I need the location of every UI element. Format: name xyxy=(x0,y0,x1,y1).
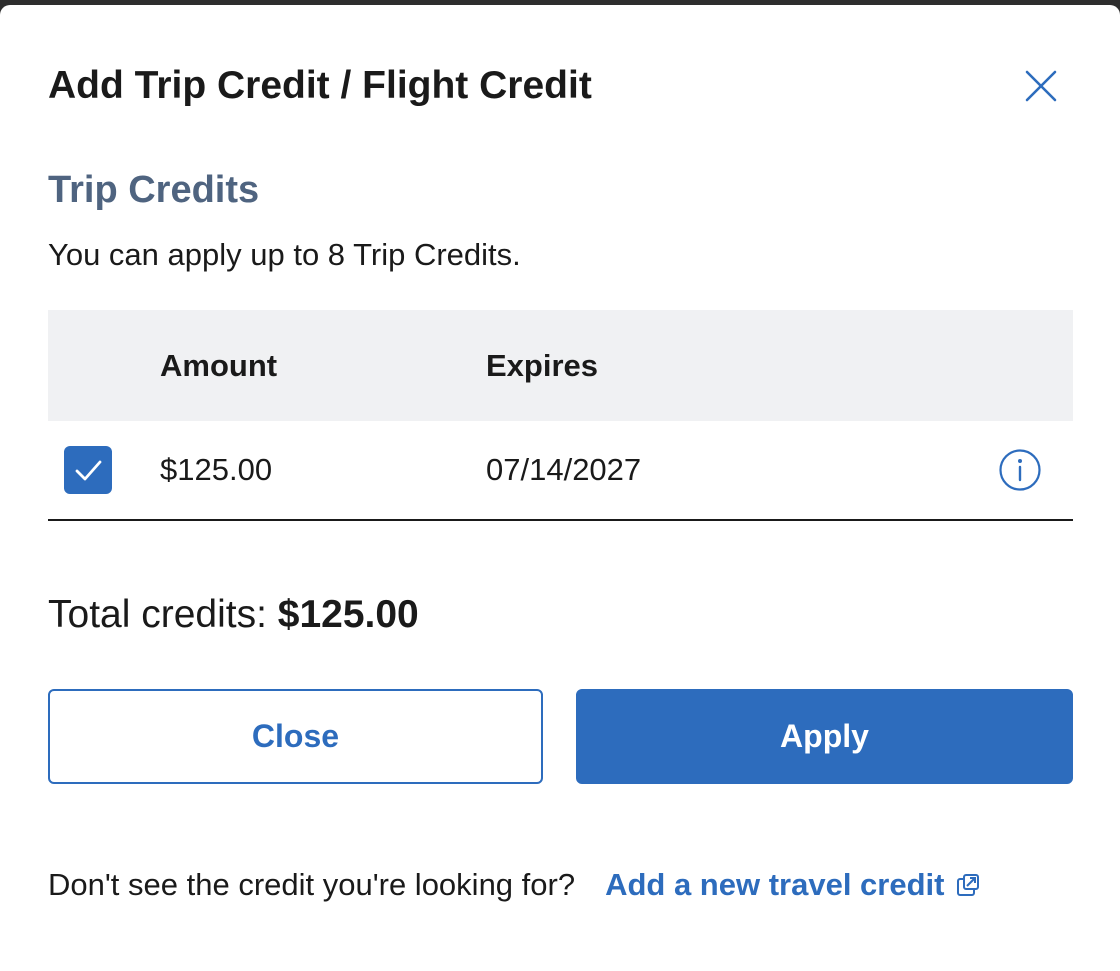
close-icon[interactable] xyxy=(1018,63,1064,109)
credit-select-checkbox[interactable] xyxy=(64,446,112,494)
credit-amount: $125.00 xyxy=(160,452,273,487)
footer-text: Don't see the credit you're looking for? xyxy=(48,867,576,902)
column-header-expires: Expires xyxy=(486,348,599,383)
table-row: $125.00 07/14/2027 xyxy=(48,421,1073,521)
close-button[interactable]: Close xyxy=(48,689,543,784)
table-header: Amount Expires xyxy=(48,310,1073,421)
add-travel-credit-link-label: Add a new travel credit xyxy=(605,867,945,902)
checkmark-icon xyxy=(75,460,102,481)
external-link-icon xyxy=(957,874,980,896)
modal-title: Add Trip Credit / Flight Credit xyxy=(48,64,592,107)
total-credits-value: $125.00 xyxy=(277,593,419,636)
total-credits: Total credits: $125.00 xyxy=(48,590,419,640)
info-icon[interactable] xyxy=(998,448,1042,492)
total-credits-label: Total credits: xyxy=(48,593,278,636)
trip-credit-modal: Add Trip Credit / Flight Credit Trip Cre… xyxy=(0,5,1120,971)
credit-expiration-date: 07/14/2027 xyxy=(486,452,642,487)
column-header-amount: Amount xyxy=(160,348,278,383)
footer: Don't see the credit you're looking for?… xyxy=(48,865,980,905)
apply-button[interactable]: Apply xyxy=(576,689,1073,784)
section-description: You can apply up to 8 Trip Credits. xyxy=(48,237,521,272)
section-title: Trip Credits xyxy=(48,169,260,211)
add-travel-credit-link[interactable]: Add a new travel credit xyxy=(605,865,980,905)
